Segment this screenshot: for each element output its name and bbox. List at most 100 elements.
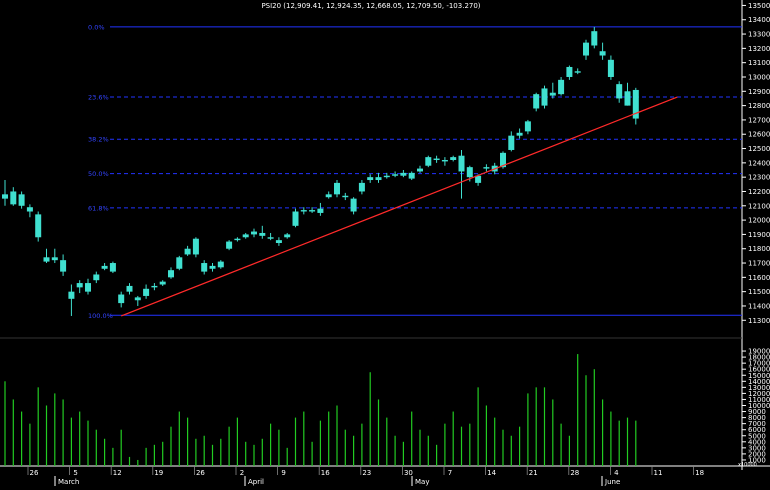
candle-body <box>607 59 614 77</box>
date-tick-label: 21 <box>529 469 538 477</box>
date-tick-label: 14 <box>487 469 496 477</box>
candle-body <box>342 195 349 198</box>
date-tick-label: 26 <box>196 469 205 477</box>
price-tick-label: 12600 <box>748 131 770 139</box>
date-tick-label: 19 <box>154 469 163 477</box>
price-tick-label: 11700 <box>748 260 770 268</box>
candle-body <box>35 214 42 238</box>
fibonacci-level-label: 61.8% <box>88 204 109 212</box>
price-tick-label: 12800 <box>748 102 770 110</box>
price-tick-label: 12700 <box>748 116 770 124</box>
candle-body <box>583 42 589 56</box>
candle-body <box>234 238 241 241</box>
price-tick-label: 13400 <box>748 16 770 24</box>
date-tick-label: 30 <box>404 469 413 477</box>
candle-body <box>85 283 91 292</box>
date-tick-label: 28 <box>570 469 579 477</box>
candle-body <box>109 263 116 272</box>
candle-body <box>392 174 399 176</box>
candle-body <box>425 157 432 166</box>
candle-body <box>616 84 623 99</box>
candle-body <box>383 175 390 178</box>
candle-body <box>51 257 58 261</box>
date-tick-label: 4 <box>614 469 619 477</box>
price-tick-label: 11800 <box>748 245 770 253</box>
candle-body <box>159 281 166 285</box>
date-tick-label: 12 <box>113 469 122 477</box>
candle-body <box>242 234 249 238</box>
price-tick-label: 12400 <box>748 159 770 167</box>
candle-body <box>184 248 191 255</box>
candle-body <box>466 167 473 178</box>
price-tick-label: 12200 <box>748 188 770 196</box>
candle-body <box>284 234 291 238</box>
price-tick-label: 13000 <box>748 73 770 81</box>
candle-body <box>624 91 631 106</box>
month-label: May <box>415 478 429 486</box>
price-tick-label: 13300 <box>748 31 770 39</box>
candle-body <box>267 237 274 239</box>
month-label: June <box>604 478 620 486</box>
candle-body <box>358 182 365 192</box>
candle-body <box>93 274 100 281</box>
date-tick-label: 11 <box>654 469 663 477</box>
candle-body <box>300 210 307 212</box>
date-tick-label: 7 <box>448 469 452 477</box>
fibonacci-level-label: 0.0% <box>88 23 105 31</box>
candle-body <box>591 31 598 46</box>
chart-area: PSI20 (12,909.41, 12,924.35, 12,668.05, … <box>0 0 770 486</box>
candle-body <box>192 238 199 255</box>
date-tick-label: 23 <box>362 469 371 477</box>
candle-body <box>441 159 448 162</box>
candle-body <box>325 194 332 198</box>
candle-body <box>168 270 174 278</box>
fibonacci-level-label: 38.2% <box>88 136 109 144</box>
price-tick-label: 11500 <box>748 288 770 296</box>
price-tick-label: 12900 <box>748 88 770 96</box>
candle-body <box>101 265 108 269</box>
month-label: March <box>58 478 79 486</box>
candle-body <box>209 265 216 269</box>
candle-body <box>574 71 581 73</box>
candle-body <box>367 177 374 181</box>
candle-body <box>259 232 266 236</box>
candle-body <box>533 94 540 109</box>
candle-body <box>126 285 133 292</box>
price-tick-label: 12500 <box>748 145 770 153</box>
candle-body <box>76 283 83 288</box>
candle-body <box>566 66 573 77</box>
price-tick-label: 12300 <box>748 174 770 182</box>
price-tick-label: 13200 <box>748 45 770 53</box>
price-tick-label: 11900 <box>748 231 770 239</box>
candle-body <box>541 88 548 106</box>
candle-body <box>18 194 25 206</box>
candle-body <box>143 288 150 296</box>
candle-body <box>317 208 324 213</box>
candle-body <box>60 260 67 272</box>
trend-line <box>120 96 678 317</box>
candle-body <box>292 211 299 226</box>
candle-body <box>433 158 440 160</box>
price-tick-label: 11400 <box>748 302 770 310</box>
candle-body <box>43 257 50 262</box>
candle-body <box>2 194 8 199</box>
candle-body <box>524 121 531 132</box>
candle-body <box>558 79 565 95</box>
candle-body <box>176 257 183 269</box>
date-tick-label: 5 <box>73 469 77 477</box>
candle-body <box>417 168 423 172</box>
candle-body <box>599 51 606 56</box>
candlestick-chart: 11300 11400 11500 11600 11700 11800 11900 12000… <box>0 0 770 486</box>
candle-body <box>400 172 407 176</box>
price-tick-label: 13500 <box>748 2 770 10</box>
candle-body <box>201 263 208 272</box>
candle-body <box>226 241 233 249</box>
candle-body <box>549 92 556 96</box>
price-tick-label: 13100 <box>748 59 770 67</box>
date-tick-label: 18 <box>695 469 704 477</box>
price-tick-label: 11600 <box>748 274 770 282</box>
candle-body <box>151 285 158 288</box>
candle-body <box>309 210 316 212</box>
fibonacci-level-label: 50.0% <box>88 170 109 178</box>
price-tick-label: 11300 <box>748 317 770 325</box>
